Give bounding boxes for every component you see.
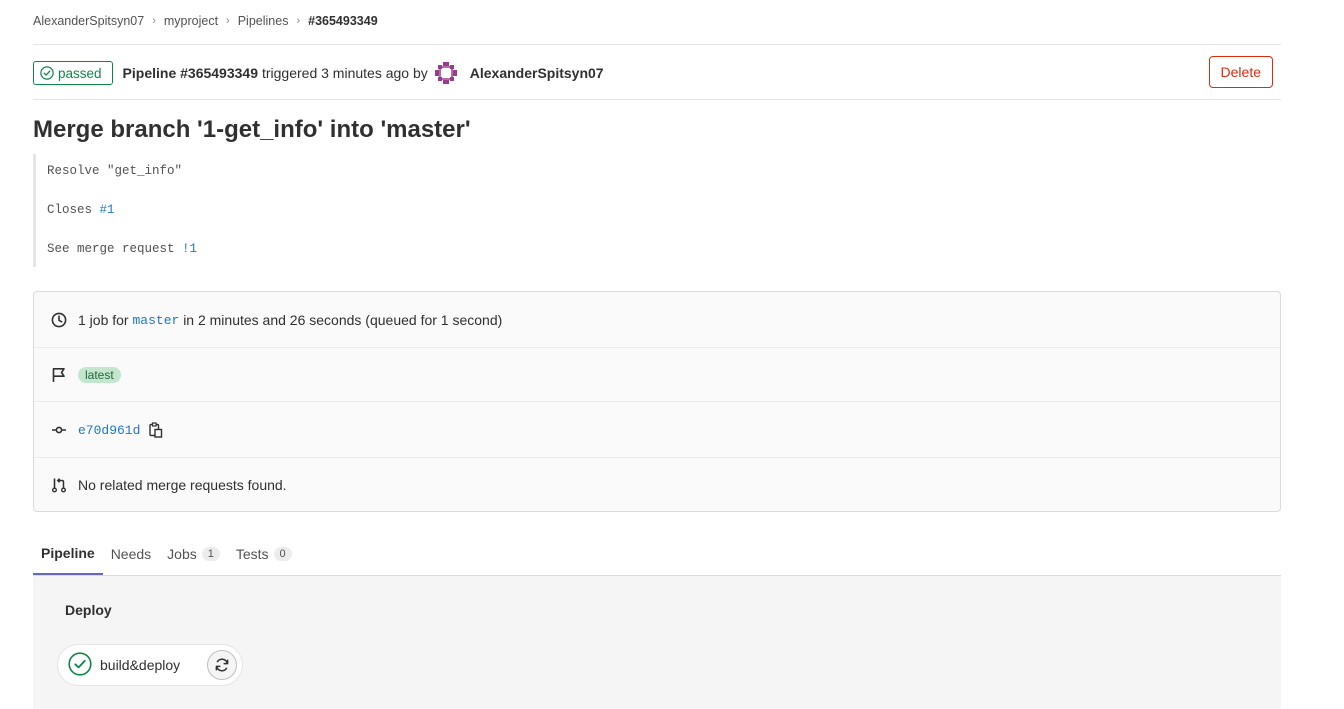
divider xyxy=(33,99,1281,100)
job-name: build&deploy xyxy=(100,657,181,673)
copy-icon[interactable] xyxy=(149,422,163,438)
commit-icon xyxy=(50,421,68,439)
status-badge[interactable]: passed xyxy=(33,61,113,85)
check-circle-icon xyxy=(68,651,92,679)
tab-jobs[interactable]: Jobs 1 xyxy=(159,532,228,575)
chevron-right-icon: › xyxy=(152,15,156,27)
commit-desc-text: See merge request xyxy=(47,242,183,256)
info-row-badges: latest xyxy=(34,348,1280,402)
jobs-prefix: 1 job for xyxy=(78,312,129,328)
info-row-commit: e70d961d xyxy=(34,402,1280,458)
commit-description: Resolve "get_info" Closes #1 See merge r… xyxy=(33,154,633,267)
tab-count-badge: 1 xyxy=(201,546,220,561)
pipeline-info-panel: 1 job for master in 2 minutes and 26 sec… xyxy=(33,291,1281,512)
breadcrumb-pipelines[interactable]: Pipelines xyxy=(238,14,289,28)
tab-tests[interactable]: Tests 0 xyxy=(228,532,300,575)
pipeline-graph: Deploy build&deploy xyxy=(33,576,1281,709)
tab-label: Pipeline xyxy=(41,544,95,561)
breadcrumb: AlexanderSpitsyn07 › myproject › Pipelin… xyxy=(33,13,378,29)
avatar-identicon xyxy=(434,61,458,85)
pipeline-header: passed Pipeline #365493349 triggered 3 m… xyxy=(33,56,1281,88)
tab-pipeline[interactable]: Pipeline xyxy=(33,532,103,575)
commit-desc-line: Resolve "get_info" xyxy=(47,164,183,178)
clock-icon xyxy=(50,311,68,329)
breadcrumb-current[interactable]: #365493349 xyxy=(308,14,378,28)
tab-count-badge: 0 xyxy=(273,546,292,561)
commit-desc-text: Closes xyxy=(47,203,100,217)
flag-icon xyxy=(50,366,68,384)
branch-link[interactable]: master xyxy=(132,313,179,328)
tab-needs[interactable]: Needs xyxy=(103,532,159,575)
merge-request-icon xyxy=(50,476,68,494)
stage-title: Deploy xyxy=(65,602,112,618)
info-row-jobs: 1 job for master in 2 minutes and 26 sec… xyxy=(34,292,1280,348)
pipeline-tabs: Pipeline Needs Jobs 1 Tests 0 xyxy=(33,532,1281,576)
author-link[interactable]: AlexanderSpitsyn07 xyxy=(470,65,604,81)
breadcrumb-user[interactable]: AlexanderSpitsyn07 xyxy=(33,14,144,28)
info-row-merge-requests: No related merge requests found. xyxy=(34,458,1280,512)
issue-link[interactable]: #1 xyxy=(100,203,115,217)
latest-badge: latest xyxy=(78,367,121,383)
breadcrumb-project[interactable]: myproject xyxy=(164,14,218,28)
tab-label: Jobs xyxy=(167,545,197,562)
tab-label: Needs xyxy=(110,545,152,562)
commit-sha-link[interactable]: e70d961d xyxy=(78,423,140,438)
delete-button[interactable]: Delete xyxy=(1208,56,1273,88)
status-label: passed xyxy=(58,65,102,81)
chevron-right-icon: › xyxy=(226,15,230,27)
commit-desc-line: See merge request !1 xyxy=(47,242,197,256)
pipeline-id: Pipeline #365493349 xyxy=(122,65,258,81)
check-circle-icon xyxy=(40,66,54,80)
triggered-text: triggered 3 minutes ago by xyxy=(261,65,428,81)
chevron-right-icon: › xyxy=(296,15,301,27)
job-pill[interactable]: build&deploy xyxy=(57,644,243,686)
no-merge-requests-text: No related merge requests found. xyxy=(78,477,287,493)
commit-title: Merge branch '1-get_info' into 'master' xyxy=(33,116,471,143)
commit-desc-line: Closes #1 xyxy=(47,203,115,217)
jobs-duration: in 2 minutes and 26 seconds (queued for … xyxy=(183,312,503,328)
divider xyxy=(33,44,1281,45)
retry-icon[interactable] xyxy=(207,650,237,680)
avatar[interactable] xyxy=(434,61,458,85)
tab-label: Tests xyxy=(235,545,269,562)
merge-request-link[interactable]: !1 xyxy=(182,242,197,256)
